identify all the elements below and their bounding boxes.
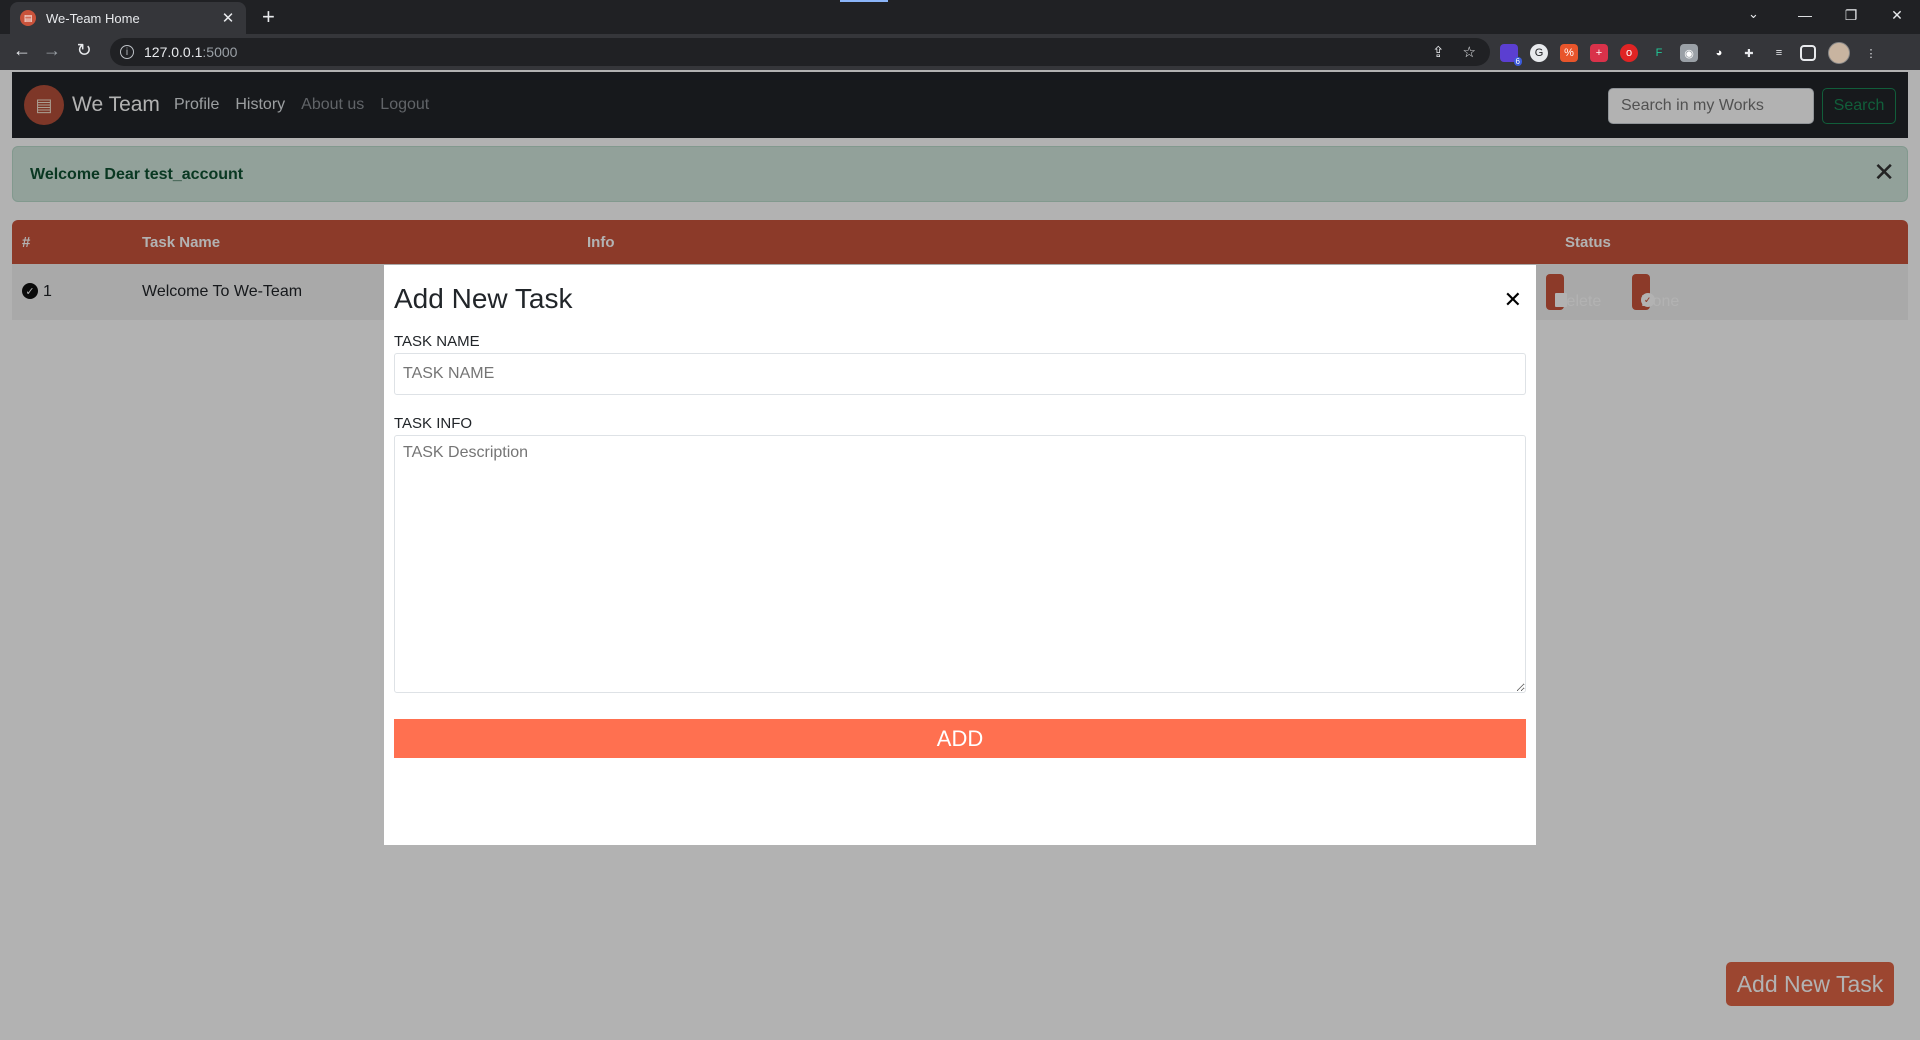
site-info-icon[interactable]: i [120, 45, 134, 59]
close-window-icon[interactable]: ✕ [1874, 0, 1920, 30]
browser-toolbar: ← → ↻ i 127.0.0.1 :5000 ⇪ ☆ 6 G % + o F … [0, 34, 1920, 70]
bookmark-star-icon[interactable]: ☆ [1463, 43, 1476, 61]
extension-opera-icon[interactable]: o [1620, 44, 1638, 62]
task-info-label: TASK INFO [394, 415, 473, 432]
task-name-input[interactable] [394, 353, 1526, 395]
puzzle-icon[interactable]: ✚ [1740, 44, 1758, 62]
share-icon[interactable]: ⇪ [1432, 43, 1445, 61]
forward-arrow-icon[interactable]: → [40, 40, 64, 61]
profile-avatar[interactable] [1828, 42, 1850, 64]
tab-close-icon[interactable]: ✕ [218, 9, 238, 27]
add-submit-button[interactable]: ADD [394, 719, 1526, 758]
page: ▤ We Team Profile History About us Logou… [0, 70, 1920, 1040]
eye-icon[interactable]: ◕ [1710, 44, 1728, 62]
side-panel-icon[interactable] [1800, 45, 1816, 61]
extension-percent-icon[interactable]: % [1560, 44, 1578, 62]
extension-g-icon[interactable]: G [1530, 44, 1548, 62]
task-info-textarea[interactable] [394, 435, 1526, 693]
url-port: :5000 [202, 44, 238, 60]
tab-title: We-Team Home [46, 10, 140, 26]
modal-close-icon[interactable]: ✕ [1504, 289, 1522, 311]
restore-icon[interactable]: ❐ [1828, 0, 1874, 30]
address-bar[interactable]: i 127.0.0.1 :5000 ⇪ ☆ [110, 38, 1490, 66]
task-name-label: TASK NAME [394, 333, 480, 350]
window-controls: — ❐ ✕ [1782, 0, 1920, 30]
favicon-icon: ▤ [20, 10, 36, 26]
extension-green-icon[interactable]: F [1650, 44, 1668, 62]
modal-title: Add New Task [394, 283, 573, 314]
minimize-icon[interactable]: — [1782, 0, 1828, 30]
extension-red-icon[interactable]: + [1590, 44, 1608, 62]
extensions-tray: 6 G % + o F ◉ ◕ ✚ ≡ ⋮ [1500, 42, 1880, 66]
menu-kebab-icon[interactable]: ⋮ [1862, 44, 1880, 62]
url-host: 127.0.0.1 [144, 44, 203, 60]
extension-badge: 6 [1513, 57, 1522, 66]
browser-tab[interactable]: ▤ We-Team Home ✕ [10, 2, 246, 34]
add-task-modal: Add New Task ✕ TASK NAME TASK INFO ADD [384, 265, 1536, 845]
reload-icon[interactable]: ↻ [72, 40, 96, 61]
tab-search-chevron-icon[interactable]: ⌄ [1748, 6, 1759, 22]
extension-purple-icon[interactable]: 6 [1500, 44, 1522, 66]
back-arrow-icon[interactable]: ← [10, 40, 34, 61]
camera-icon[interactable]: ◉ [1680, 44, 1698, 62]
browser-tabstrip: ▤ We-Team Home ✕ + ⌄ — ❐ ✕ [0, 0, 1920, 34]
tab-drag-indicator [840, 0, 888, 2]
media-list-icon[interactable]: ≡ [1770, 44, 1788, 62]
new-tab-button[interactable]: + [262, 6, 275, 28]
